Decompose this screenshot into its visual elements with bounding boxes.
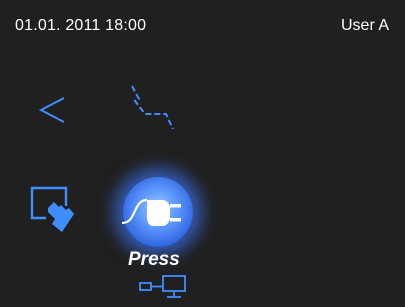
datetime: 01.01. 2011 18:00 — [15, 17, 147, 34]
network-connection-icon — [139, 275, 186, 298]
trend-button[interactable] — [128, 84, 182, 134]
touch-screen-button[interactable] — [28, 184, 80, 238]
trend-line-icon — [131, 85, 174, 130]
touch-screen-icon — [30, 186, 74, 232]
press-label: Press — [128, 249, 180, 270]
power-plug-icon — [121, 198, 181, 226]
status-bar: 01.01. 2011 18:00 User A — [0, 0, 405, 40]
user-name[interactable]: User A — [341, 17, 389, 35]
chevron-left-icon — [38, 97, 65, 123]
back-button[interactable] — [35, 92, 71, 128]
hmi-screen: 01.01. 2011 18:00 User A Press — [0, 0, 405, 307]
